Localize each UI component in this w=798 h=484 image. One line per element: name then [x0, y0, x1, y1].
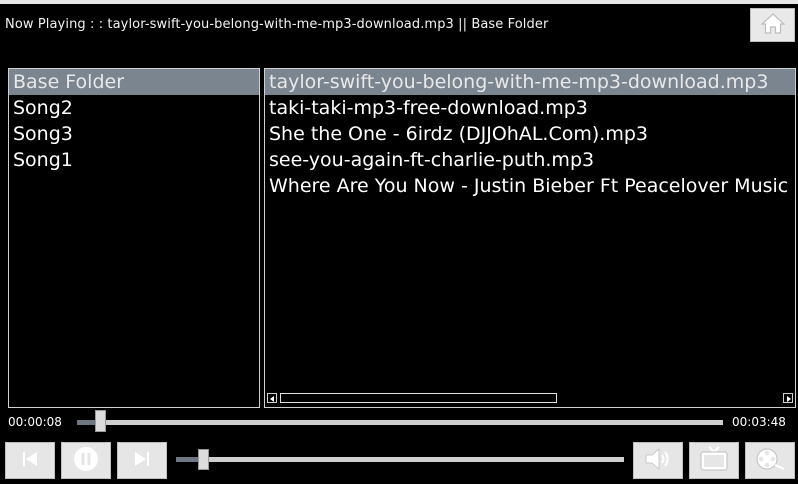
scroll-right-arrow[interactable] [783, 393, 793, 403]
tv-icon [698, 445, 730, 477]
track-item[interactable]: taylor-swift-you-belong-with-me-mp3-down… [265, 69, 795, 95]
video-button[interactable] [745, 442, 795, 479]
track-item[interactable]: She the One - 6irdz (DJJOhAL.Com).mp3 [265, 121, 795, 147]
home-button[interactable] [750, 8, 795, 42]
film-reel-icon [754, 446, 786, 476]
total-time: 00:03:48 [732, 415, 786, 429]
folder-list[interactable]: Base Folder Song2 Song3 Song1 [8, 68, 260, 408]
seek-bar[interactable] [77, 420, 723, 425]
home-icon [759, 12, 786, 38]
current-time: 00:00:08 [8, 415, 62, 429]
pause-button[interactable] [61, 442, 111, 479]
track-list[interactable]: taylor-swift-you-belong-with-me-mp3-down… [264, 68, 796, 408]
previous-button[interactable] [5, 442, 55, 479]
volume-bar[interactable] [176, 457, 624, 462]
volume-slider-handle[interactable] [197, 449, 209, 470]
folder-item[interactable]: Base Folder [9, 69, 259, 95]
seek-slider-handle[interactable] [94, 410, 106, 432]
volume-button[interactable] [633, 442, 683, 479]
speaker-icon [643, 447, 673, 475]
next-button[interactable] [117, 442, 167, 479]
scrollbar-thumb[interactable] [280, 393, 557, 403]
tv-button[interactable] [689, 442, 739, 479]
track-item[interactable]: taki-taki-mp3-free-download.mp3 [265, 95, 795, 121]
pause-icon [73, 446, 99, 476]
now-playing-label: Now Playing : : taylor-swift-you-belong-… [5, 17, 549, 32]
skip-previous-icon [21, 451, 39, 471]
scroll-left-arrow[interactable] [267, 393, 277, 403]
top-border [0, 0, 798, 4]
horizontal-scrollbar[interactable] [267, 393, 793, 405]
skip-next-icon [133, 451, 151, 471]
folder-item[interactable]: Song1 [9, 147, 259, 173]
track-item[interactable]: Where Are You Now - Justin Bieber Ft Pea… [265, 173, 795, 199]
track-item[interactable]: see-you-again-ft-charlie-puth.mp3 [265, 147, 795, 173]
folder-item[interactable]: Song2 [9, 95, 259, 121]
folder-item[interactable]: Song3 [9, 121, 259, 147]
